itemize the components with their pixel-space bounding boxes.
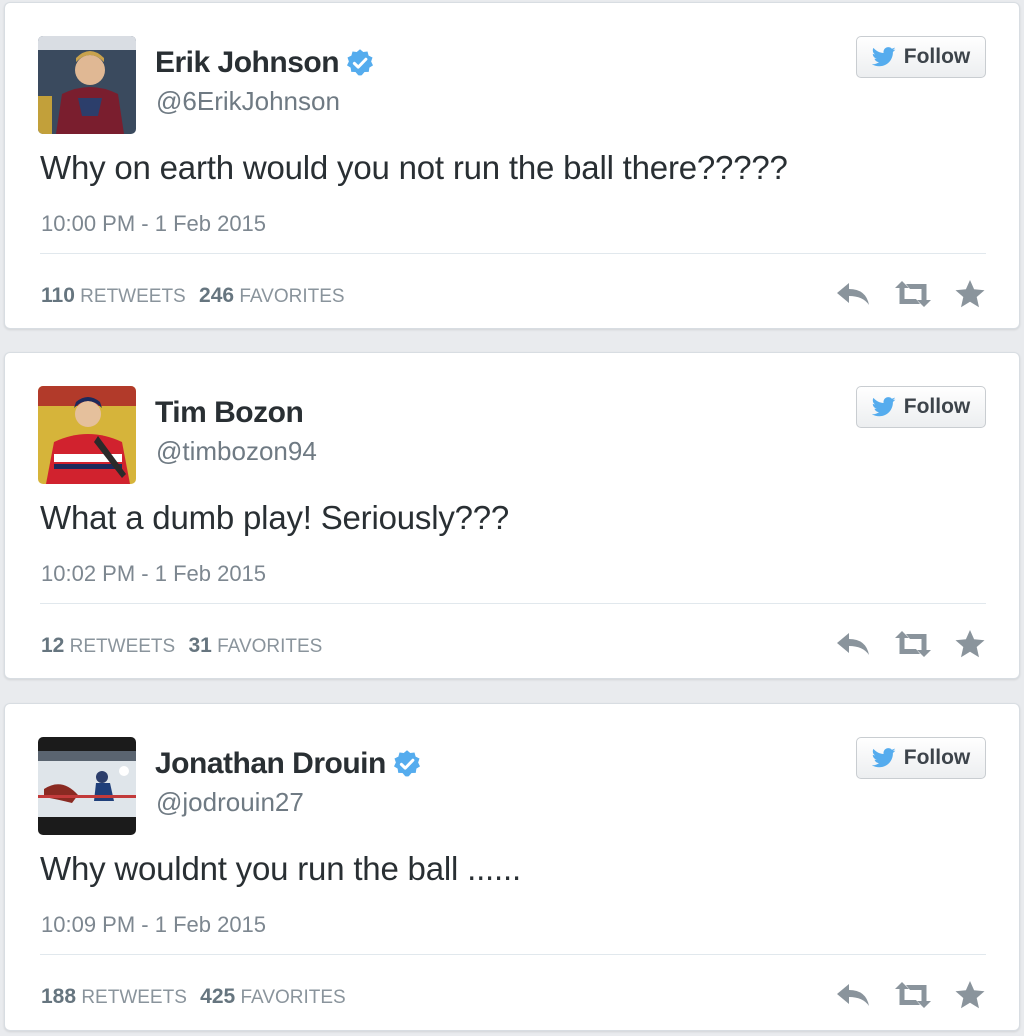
tweet-card: Jonathan Drouin @jodrouin27 Follow Why w… bbox=[4, 703, 1020, 1031]
user-handle[interactable]: @timbozon94 bbox=[156, 436, 317, 467]
divider bbox=[40, 253, 986, 254]
retweets-label: RETWEETS bbox=[80, 286, 186, 307]
favorites-label: FAVORITES bbox=[240, 987, 346, 1008]
tweet-actions bbox=[834, 980, 986, 1010]
retweet-count[interactable]: 188 bbox=[41, 985, 76, 1008]
tweet-actions bbox=[834, 629, 986, 659]
follow-button[interactable]: Follow bbox=[856, 737, 986, 779]
verified-badge-icon bbox=[345, 48, 375, 78]
follow-button[interactable]: Follow bbox=[856, 36, 986, 78]
retweets-label: RETWEETS bbox=[69, 636, 176, 657]
tweet-stats: 110 RETWEETS 246 FAVORITES bbox=[41, 284, 353, 308]
divider bbox=[40, 603, 986, 604]
divider bbox=[40, 954, 986, 955]
follow-label: Follow bbox=[903, 746, 971, 769]
tweet-card: Tim Bozon @timbozon94 Follow What a dumb… bbox=[4, 352, 1020, 679]
bird-icon bbox=[871, 47, 896, 67]
favorite-count[interactable]: 31 bbox=[188, 634, 211, 657]
user-handle[interactable]: @6ErikJohnson bbox=[156, 86, 340, 117]
avatar[interactable] bbox=[38, 386, 136, 484]
avatar[interactable] bbox=[38, 36, 136, 134]
tweet-text: Why on earth would you not run the ball … bbox=[40, 149, 788, 186]
display-name[interactable]: Tim Bozon bbox=[155, 396, 304, 430]
follow-label: Follow bbox=[903, 45, 971, 68]
tweet-stats: 188 RETWEETS 425 FAVORITES bbox=[41, 985, 354, 1009]
display-name[interactable]: Erik Johnson bbox=[155, 46, 340, 80]
bird-icon bbox=[871, 397, 896, 417]
tweet-timestamp[interactable]: 10:09 PM - 1 Feb 2015 bbox=[41, 912, 266, 938]
tweet-actions bbox=[834, 279, 986, 309]
favorite-count[interactable]: 425 bbox=[200, 985, 235, 1008]
tweet-card: Erik Johnson @6ErikJohnson Follow Why on… bbox=[4, 2, 1020, 329]
display-name[interactable]: Jonathan Drouin bbox=[155, 747, 386, 781]
retweet-icon[interactable] bbox=[892, 629, 934, 659]
follow-label: Follow bbox=[903, 395, 971, 418]
retweet-icon[interactable] bbox=[892, 980, 934, 1010]
favorites-label: FAVORITES bbox=[239, 286, 345, 307]
tweet-text: What a dumb play! Seriously??? bbox=[40, 499, 510, 536]
tweet-timestamp[interactable]: 10:00 PM - 1 Feb 2015 bbox=[41, 211, 266, 237]
favorite-star-icon[interactable] bbox=[954, 629, 986, 659]
retweets-label: RETWEETS bbox=[81, 987, 187, 1008]
tweet-timestamp[interactable]: 10:02 PM - 1 Feb 2015 bbox=[41, 561, 266, 587]
bird-icon bbox=[871, 748, 896, 768]
user-handle[interactable]: @jodrouin27 bbox=[156, 787, 304, 818]
retweet-icon[interactable] bbox=[892, 279, 934, 309]
favorite-count[interactable]: 246 bbox=[199, 284, 234, 307]
reply-icon[interactable] bbox=[834, 980, 872, 1010]
reply-icon[interactable] bbox=[834, 279, 872, 309]
favorite-star-icon[interactable] bbox=[954, 980, 986, 1010]
verified-badge-icon bbox=[392, 749, 422, 779]
retweet-count[interactable]: 110 bbox=[41, 284, 75, 307]
tweet-stats: 12 RETWEETS 31 FAVORITES bbox=[41, 634, 330, 658]
tweet-text: Why wouldnt you run the ball ...... bbox=[40, 850, 521, 887]
favorite-star-icon[interactable] bbox=[954, 279, 986, 309]
follow-button[interactable]: Follow bbox=[856, 386, 986, 428]
retweet-count[interactable]: 12 bbox=[41, 634, 64, 657]
favorites-label: FAVORITES bbox=[217, 636, 323, 657]
reply-icon[interactable] bbox=[834, 629, 872, 659]
avatar[interactable] bbox=[38, 737, 136, 835]
